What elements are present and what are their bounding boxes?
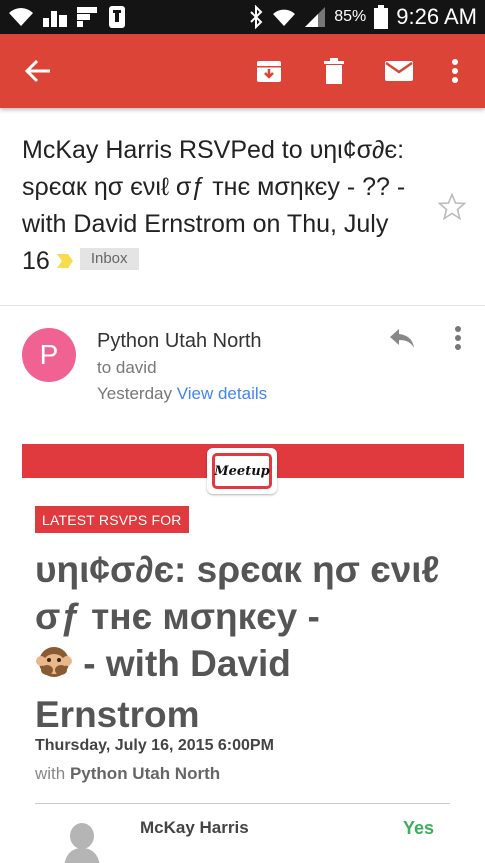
flipboard-icon (76, 6, 98, 28)
rsvp-response: Yes (403, 818, 435, 838)
wifi-icon (8, 6, 34, 28)
attendee-avatar-icon (62, 822, 102, 863)
inbox-label[interactable]: Inbox (79, 248, 139, 271)
meetup-logo[interactable]: Meetup (207, 448, 277, 494)
event-title-text: υηι¢σ∂є: sρєαк ησ єνιℓ σƒ тнє мσηкєу - (35, 549, 440, 637)
bluetooth-icon (248, 5, 264, 29)
view-details-link[interactable]: View details (177, 384, 267, 403)
clock: 9:26 AM (396, 4, 477, 29)
speak-no-evil-monkey-icon (35, 642, 73, 691)
event-date: Thursday, July 16, 2015 6:00PM (35, 737, 274, 754)
rsvp-divider (35, 803, 450, 804)
reply-button[interactable] (388, 327, 420, 355)
more-vert-icon (455, 326, 461, 350)
message-menu-button[interactable] (448, 326, 468, 356)
app-bar (0, 34, 485, 108)
reply-icon (390, 329, 414, 348)
more-vert-icon (452, 59, 458, 83)
mail-icon (385, 61, 413, 81)
sender-name: Python Utah North (97, 330, 262, 352)
star-icon[interactable] (437, 192, 467, 225)
mark-unread-button[interactable] (375, 47, 423, 95)
delete-button[interactable] (310, 47, 358, 95)
header-divider (0, 305, 485, 306)
group-name[interactable]: Python Utah North (70, 764, 220, 783)
recipient-line: to david (97, 358, 157, 377)
cell-signal-icon (304, 6, 326, 28)
archive-icon (257, 61, 281, 82)
date-line: Yesterday View details (97, 384, 267, 404)
event-title-suffix: - with David Ernstrom (35, 643, 291, 735)
battery-percent: 85% (334, 8, 367, 25)
received-date: Yesterday (97, 384, 172, 403)
email-subject: McKay Harris RSVPed to υηι¢σ∂є: sρєαк ησ… (22, 132, 422, 281)
back-arrow-icon (24, 59, 50, 83)
meetup-logo-text: Meetup (212, 453, 272, 489)
latest-rsvps-badge: LATEST RSVPS FOR (35, 506, 189, 533)
back-button[interactable] (14, 47, 62, 95)
sender-avatar[interactable]: P (22, 328, 76, 382)
battery-icon (374, 5, 389, 29)
status-bar: 85% 9:26 AM (0, 0, 485, 34)
event-group-line: with Python Utah North (35, 764, 220, 784)
trash-icon (324, 58, 344, 84)
important-marker-icon[interactable] (56, 244, 74, 281)
wifi-signal-icon (272, 6, 296, 28)
event-title[interactable]: υηι¢σ∂є: sρєαк ησ єνιℓ σƒ тнє мσηкєу - -… (35, 546, 455, 738)
overflow-menu-button[interactable] (431, 47, 479, 95)
attendee-name: McKay Harris (140, 818, 249, 837)
archive-button[interactable] (245, 47, 293, 95)
bar-chart-icon (42, 6, 68, 28)
with-prefix: with (35, 764, 66, 783)
carrier-app-icon (106, 5, 128, 29)
